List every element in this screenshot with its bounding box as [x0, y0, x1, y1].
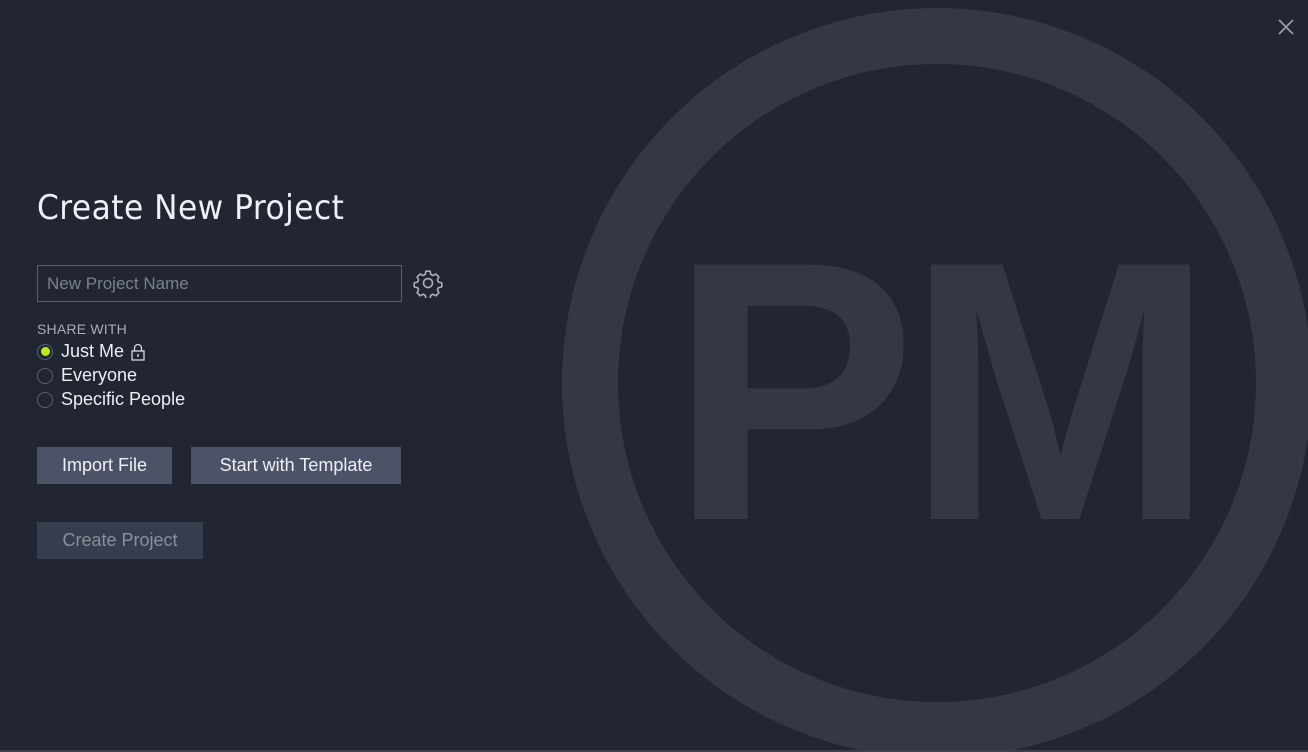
settings-button[interactable] — [413, 268, 443, 300]
share-option-just-me[interactable]: Just Me — [37, 341, 146, 362]
close-button[interactable] — [1274, 15, 1298, 39]
close-icon — [1278, 19, 1294, 35]
share-option-label: Specific People — [61, 389, 186, 409]
start-with-template-button[interactable]: Start with Template — [191, 447, 401, 484]
share-option-label: Everyone — [61, 365, 138, 385]
watermark-text: PM — [670, 185, 1205, 598]
watermark-circle — [562, 8, 1308, 752]
import-file-button[interactable]: Import File — [37, 447, 172, 484]
project-name-input[interactable] — [37, 265, 402, 302]
gear-icon — [413, 270, 443, 300]
share-option-specific-people[interactable]: Specific People — [37, 389, 185, 410]
share-option-label: Just Me — [61, 341, 125, 361]
radio-specific-people[interactable] — [37, 391, 53, 408]
dialog-title: Create New Project — [37, 188, 345, 228]
radio-just-me[interactable] — [37, 343, 53, 360]
lock-icon — [130, 343, 146, 361]
share-option-everyone[interactable]: Everyone — [37, 365, 137, 386]
pm-watermark-logo: PM — [562, 8, 1308, 752]
share-with-label: SHARE WITH — [37, 321, 127, 337]
create-project-button[interactable]: Create Project — [37, 522, 203, 559]
radio-everyone[interactable] — [37, 367, 53, 384]
